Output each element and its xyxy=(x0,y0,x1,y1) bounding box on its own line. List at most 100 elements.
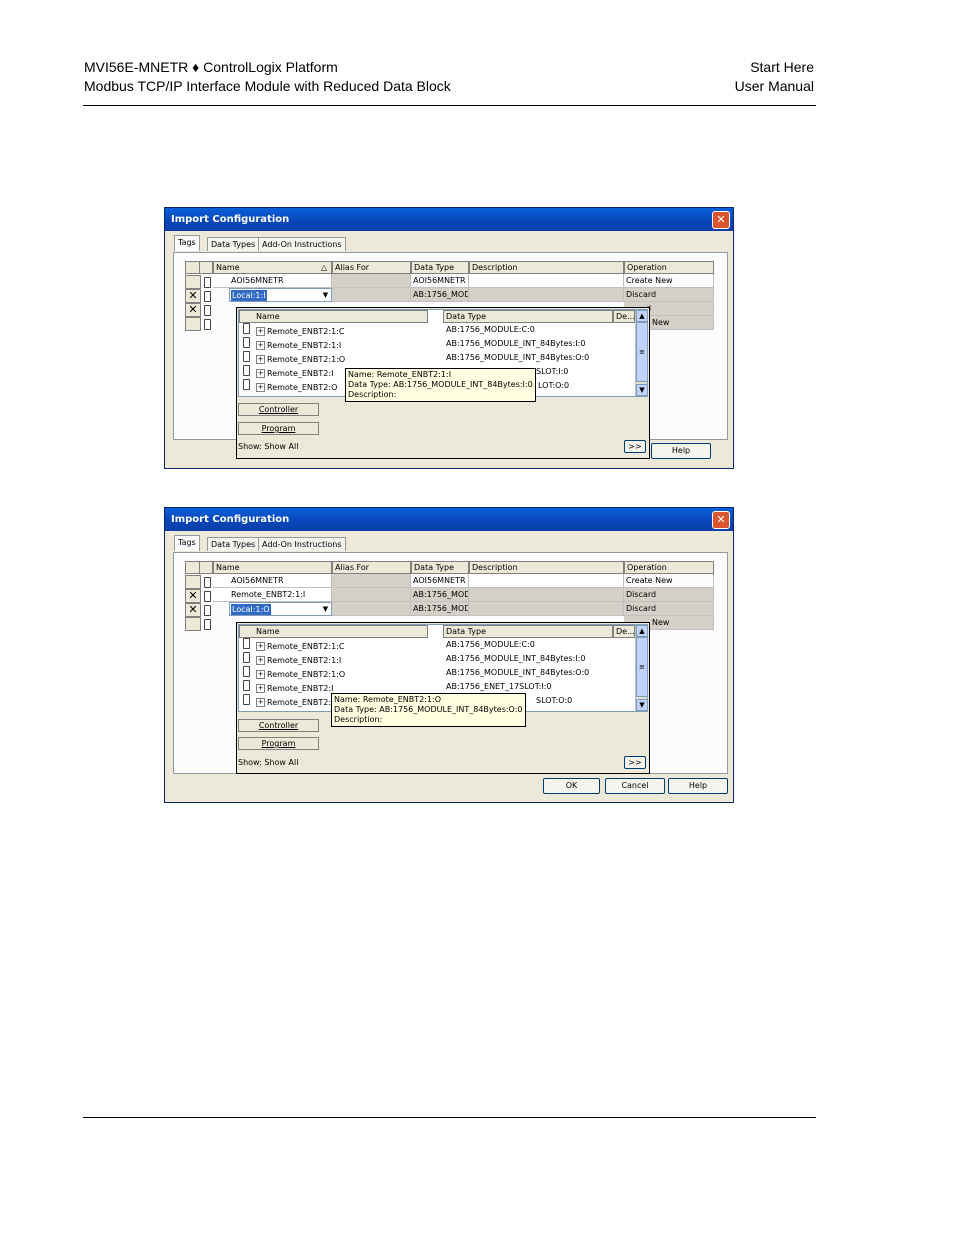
list-item[interactable]: + Remote_ENBT2:1:O xyxy=(243,666,345,680)
program-button[interactable]: Program xyxy=(238,737,319,750)
expand-plus-icon[interactable]: + xyxy=(256,642,265,651)
list-item[interactable]: + Remote_ENBT2:1:I xyxy=(243,652,341,666)
discard-x-icon[interactable]: ✕ xyxy=(185,289,201,303)
row-operation[interactable]: Discard xyxy=(624,288,714,302)
controller-button[interactable]: Controller xyxy=(238,719,319,732)
tag-icon xyxy=(204,591,211,602)
title-bar: Import Configuration ✕ xyxy=(165,208,733,231)
scroll-down-icon[interactable]: ▼ xyxy=(636,699,647,711)
tag-icon xyxy=(204,319,211,330)
row-operation[interactable]: Discard xyxy=(624,588,714,602)
tab-add-on-instructions[interactable]: Add-On Instructions xyxy=(258,537,346,551)
list-item[interactable]: + Remote_ENBT2:I xyxy=(243,365,333,379)
discard-x-icon[interactable]: ✕ xyxy=(185,303,201,317)
list-item[interactable]: + Remote_ENBT2:1:C xyxy=(243,323,344,337)
col-description[interactable]: Description xyxy=(469,561,624,574)
col-data-type[interactable]: Data Type xyxy=(411,561,469,574)
tag-browser-popup: Name Data Type De... + Remote_ENBT2:1:C A… xyxy=(236,622,650,774)
cancel-button[interactable]: Cancel xyxy=(605,778,665,794)
popup-col-name[interactable]: Name xyxy=(239,310,428,323)
tag-name-combo[interactable]: Local:1:I ▼ xyxy=(229,288,332,302)
col-alias-for[interactable]: Alias For xyxy=(332,261,411,274)
row-name[interactable]: AOI56MNETR xyxy=(213,274,332,288)
col-operation[interactable]: Operation xyxy=(624,561,714,574)
controller-button[interactable]: Controller xyxy=(238,403,319,416)
expand-plus-icon[interactable]: + xyxy=(256,670,265,679)
expand-plus-icon[interactable]: + xyxy=(256,698,265,707)
help-button[interactable]: Help xyxy=(668,778,728,794)
chevron-down-icon[interactable]: ▼ xyxy=(320,603,331,615)
scroll-thumb[interactable]: ≡ xyxy=(636,637,647,697)
scroll-up-icon[interactable]: ▲ xyxy=(636,310,647,322)
row-select[interactable] xyxy=(185,617,201,631)
show-filter-label[interactable]: Show: Show All xyxy=(238,442,298,451)
header-rule xyxy=(83,105,816,106)
list-item[interactable]: + Remote_ENBT2:O xyxy=(243,694,337,708)
ok-button[interactable]: OK xyxy=(543,778,600,794)
help-button[interactable]: Help xyxy=(651,443,711,459)
row-select[interactable] xyxy=(185,317,201,331)
expand-plus-icon[interactable]: + xyxy=(256,684,265,693)
close-icon[interactable]: ✕ xyxy=(712,211,730,229)
popup-col-name[interactable]: Name xyxy=(239,625,428,638)
popup-col-data-type[interactable]: Data Type xyxy=(443,625,613,638)
list-item[interactable]: + Remote_ENBT2:1:O xyxy=(243,351,345,365)
vertical-scrollbar[interactable]: ▲ ≡ ▼ xyxy=(635,310,647,396)
row-name[interactable]: AOI56MNETR xyxy=(213,574,332,588)
program-button[interactable]: Program xyxy=(238,422,319,435)
row-operation[interactable]: Create New xyxy=(624,574,714,588)
import-configuration-dialog-1: Import Configuration ✕ Tags Data Types A… xyxy=(164,207,734,469)
col-alias-for[interactable]: Alias For xyxy=(332,561,411,574)
col-description[interactable]: Description xyxy=(469,261,624,274)
tag-icon xyxy=(243,365,250,376)
scroll-down-icon[interactable]: ▼ xyxy=(636,384,647,396)
expand-plus-icon[interactable]: + xyxy=(256,383,265,392)
col-data-type[interactable]: Data Type xyxy=(411,261,469,274)
col-operation[interactable]: Operation xyxy=(624,261,714,274)
tag-icon xyxy=(243,351,250,362)
tag-name-combo[interactable]: Local:1:O ▼ xyxy=(229,602,332,616)
row-name[interactable]: Remote_ENBT2:1:I xyxy=(213,588,332,602)
row-select[interactable] xyxy=(185,575,201,589)
scroll-up-icon[interactable]: ▲ xyxy=(636,625,647,637)
row-operation[interactable]: Discard xyxy=(624,602,714,616)
row-operation[interactable]: Create New xyxy=(624,274,714,288)
row-datatype: AB:1756_MOD xyxy=(411,588,469,602)
show-filter-label[interactable]: Show: Show All xyxy=(238,758,298,767)
more-button[interactable]: >> xyxy=(624,756,646,769)
tab-data-types[interactable]: Data Types xyxy=(207,537,260,551)
expand-plus-icon[interactable]: + xyxy=(256,341,265,350)
popup-col-description[interactable]: De... xyxy=(613,310,635,323)
tag-icon xyxy=(204,291,211,302)
tag-icon xyxy=(204,277,211,288)
tab-tags[interactable]: Tags xyxy=(174,235,200,251)
discard-x-icon[interactable]: ✕ xyxy=(185,603,201,617)
expand-plus-icon[interactable]: + xyxy=(256,656,265,665)
more-button[interactable]: >> xyxy=(624,440,646,453)
tag-icon xyxy=(243,323,250,334)
discard-x-icon[interactable]: ✕ xyxy=(185,589,201,603)
tab-data-types[interactable]: Data Types xyxy=(207,237,260,251)
col-name[interactable]: Name △ xyxy=(213,261,332,274)
tooltip: Name: Remote_ENBT2:1:O Data Type: AB:175… xyxy=(331,693,526,727)
tag-icon xyxy=(243,652,250,663)
close-icon[interactable]: ✕ xyxy=(712,511,730,529)
tab-add-on-instructions[interactable]: Add-On Instructions xyxy=(258,237,346,251)
popup-col-description[interactable]: De... xyxy=(613,625,635,638)
expand-plus-icon[interactable]: + xyxy=(256,327,265,336)
list-item[interactable]: + Remote_ENBT2:I xyxy=(243,680,333,694)
vertical-scrollbar[interactable]: ▲ ≡ ▼ xyxy=(635,625,647,711)
expand-plus-icon[interactable]: + xyxy=(256,369,265,378)
tab-tags[interactable]: Tags xyxy=(174,535,200,551)
list-item[interactable]: + Remote_ENBT2:1:I xyxy=(243,337,341,351)
col-name[interactable]: Name xyxy=(213,561,332,574)
header-product-subtitle: Modbus TCP/IP Interface Module with Redu… xyxy=(84,78,451,94)
list-item[interactable]: + Remote_ENBT2:O xyxy=(243,379,337,393)
row-select[interactable] xyxy=(185,275,201,289)
tag-icon xyxy=(204,305,211,316)
chevron-down-icon[interactable]: ▼ xyxy=(320,289,331,301)
popup-col-data-type[interactable]: Data Type xyxy=(443,310,613,323)
list-item[interactable]: + Remote_ENBT2:1:C xyxy=(243,638,344,652)
expand-plus-icon[interactable]: + xyxy=(256,355,265,364)
scroll-thumb[interactable]: ≡ xyxy=(636,322,647,382)
